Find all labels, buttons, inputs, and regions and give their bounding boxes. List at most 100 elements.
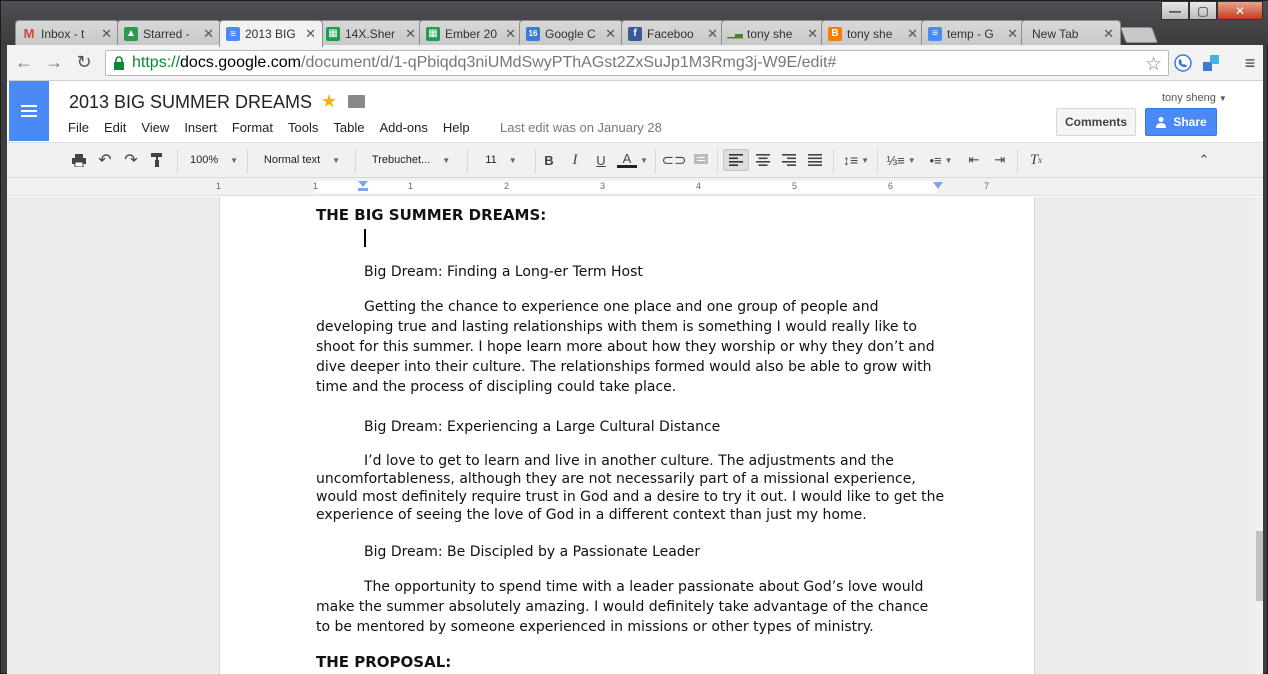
left-indent-marker-icon[interactable]	[357, 181, 369, 191]
close-icon[interactable]: ✕	[605, 26, 616, 42]
tab-google-calendar[interactable]: 16 Google C ✕	[519, 20, 623, 46]
tab-tony-sheng-2[interactable]: B tony she ✕	[821, 20, 925, 46]
chrome-menu-icon[interactable]: ≡	[1237, 50, 1263, 76]
comments-button[interactable]: Comments	[1056, 108, 1136, 136]
skype-extension-icon[interactable]	[1173, 53, 1193, 73]
tab-inbox[interactable]: M Inbox - t ✕	[15, 20, 119, 46]
close-icon[interactable]: ✕	[1007, 26, 1018, 42]
zoom-value: 100%	[189, 154, 219, 166]
justify-icon[interactable]	[805, 149, 825, 171]
menu-view[interactable]: View	[141, 120, 169, 135]
redo-icon[interactable]: ↷	[121, 149, 141, 171]
decrease-indent-icon[interactable]: ⇤	[963, 149, 985, 171]
account-switcher[interactable]: tony sheng ▼	[1162, 92, 1227, 104]
new-tab-button[interactable]	[1120, 27, 1158, 43]
docs-home-icon[interactable]	[9, 81, 49, 141]
menu-help[interactable]: Help	[443, 120, 470, 135]
tab-temp[interactable]: ≡ temp - G ✕	[921, 20, 1025, 46]
clear-formatting-icon[interactable]: Tx	[1025, 149, 1047, 171]
share-button[interactable]: Share	[1145, 108, 1217, 136]
docs-app: 2013 BIG SUMMER DREAMS ★ File Edit View …	[7, 81, 1263, 674]
increase-indent-icon[interactable]: ⇥	[989, 149, 1011, 171]
chevron-down-icon[interactable]: ▼	[639, 149, 649, 171]
tab-2013-big[interactable]: ≡ 2013 BIG ✕	[219, 20, 323, 47]
tab-label: 2013 BIG	[245, 27, 296, 41]
font-size-value: 11	[485, 154, 497, 166]
address-bar[interactable]: https://docs.google.com/document/d/1-qPb…	[105, 50, 1169, 76]
menu-insert[interactable]: Insert	[184, 120, 217, 135]
last-edit-status[interactable]: Last edit was on January 28	[500, 120, 662, 135]
document-page[interactable]: THE BIG SUMMER DREAMS: Big Dream: Findin…	[219, 197, 1035, 674]
folder-icon[interactable]	[348, 95, 365, 108]
text-color-icon[interactable]: A	[615, 149, 639, 171]
align-right-icon[interactable]	[779, 149, 799, 171]
menu-tools[interactable]: Tools	[288, 120, 318, 135]
blogger-icon: B	[828, 26, 842, 41]
url-scheme: https://	[132, 54, 181, 71]
align-center-icon[interactable]	[753, 149, 773, 171]
scrollbar-thumb[interactable]	[1256, 531, 1263, 601]
text-cursor	[364, 229, 366, 247]
section-heading: THE PROPOSAL:	[316, 653, 452, 671]
bold-icon[interactable]: B	[539, 149, 559, 171]
align-left-icon[interactable]	[723, 149, 749, 171]
close-icon[interactable]: ✕	[203, 26, 214, 42]
collapse-menus-icon[interactable]: ⌃	[1193, 149, 1215, 171]
maximize-button[interactable]: ▢	[1189, 1, 1217, 20]
reload-button[interactable]: ↻	[71, 50, 97, 76]
tab-starred[interactable]: ▲ Starred - ✕	[117, 20, 221, 46]
ruler-number: 6	[888, 181, 894, 191]
font-size-select[interactable]: 11 ▼	[473, 149, 529, 171]
italic-icon[interactable]: I	[565, 149, 585, 171]
print-icon[interactable]	[69, 149, 89, 171]
dream-body: I’d love to get to learn and live in ano…	[316, 453, 945, 523]
undo-icon[interactable]: ↶	[95, 149, 115, 171]
close-icon[interactable]: ✕	[305, 26, 316, 42]
star-icon[interactable]: ★	[321, 91, 337, 112]
font-select[interactable]: Trebuchet... ▼	[363, 149, 459, 171]
dream-body: Getting the chance to experience one pla…	[316, 299, 935, 395]
menu-file[interactable]: File	[68, 120, 89, 135]
tab-ember[interactable]: ▦ Ember 20 ✕	[419, 20, 523, 46]
close-icon[interactable]: ✕	[1103, 26, 1114, 42]
close-icon[interactable]: ✕	[707, 26, 718, 42]
link-icon[interactable]: ⊂⊃	[661, 149, 686, 171]
sheets-icon: ▦	[426, 26, 440, 41]
menu-addons[interactable]: Add-ons	[379, 120, 427, 135]
menu-edit[interactable]: Edit	[104, 120, 126, 135]
divider	[535, 149, 536, 173]
numbered-list-icon[interactable]: ⅓≡ ▼	[883, 149, 919, 171]
document-canvas: THE BIG SUMMER DREAMS: Big Dream: Findin…	[7, 197, 1255, 674]
right-indent-marker-icon[interactable]	[932, 182, 944, 190]
ruler: 1 1 1 2 3 4 5 6 7	[7, 178, 1263, 196]
menu-format[interactable]: Format	[232, 120, 273, 135]
line-spacing-icon[interactable]: ↕≡ ▼	[839, 149, 873, 171]
tab-tony-sheng-1[interactable]: ▁▃ tony she ✕	[721, 20, 825, 46]
bookmark-star-icon[interactable]: ☆	[1145, 53, 1162, 76]
close-icon[interactable]: ✕	[807, 26, 818, 42]
menu-table[interactable]: Table	[333, 120, 364, 135]
forward-button[interactable]: →	[41, 50, 67, 76]
doc-title[interactable]: 2013 BIG SUMMER DREAMS	[69, 92, 312, 113]
tab-new-tab[interactable]: New Tab ✕	[1021, 20, 1121, 46]
tab-facebook[interactable]: f Faceboo ✕	[621, 20, 725, 46]
bulleted-list-icon[interactable]: •≡ ▼	[923, 149, 959, 171]
back-button[interactable]: ←	[11, 50, 37, 76]
vertical-scrollbar[interactable]	[1255, 197, 1263, 674]
tab-14x-sher[interactable]: ▦ 14X.Sher ✕	[319, 20, 423, 46]
underline-icon[interactable]: U	[591, 149, 611, 171]
facebook-icon: f	[628, 26, 642, 41]
comment-icon[interactable]	[691, 149, 711, 171]
divider	[655, 149, 656, 173]
zoom-select[interactable]: 100% ▼	[183, 149, 245, 171]
paint-format-icon[interactable]	[147, 149, 167, 171]
close-icon[interactable]: ✕	[101, 26, 112, 42]
minimize-button[interactable]: —	[1161, 1, 1189, 20]
close-icon[interactable]: ✕	[505, 26, 516, 42]
dropbox-extension-icon[interactable]	[1201, 53, 1221, 73]
close-icon[interactable]: ✕	[405, 26, 416, 42]
chart-icon: ▁▃	[727, 28, 743, 39]
close-icon[interactable]: ✕	[907, 26, 918, 42]
close-window-button[interactable]: ✕	[1217, 1, 1263, 20]
style-select[interactable]: Normal text ▼	[253, 149, 351, 171]
